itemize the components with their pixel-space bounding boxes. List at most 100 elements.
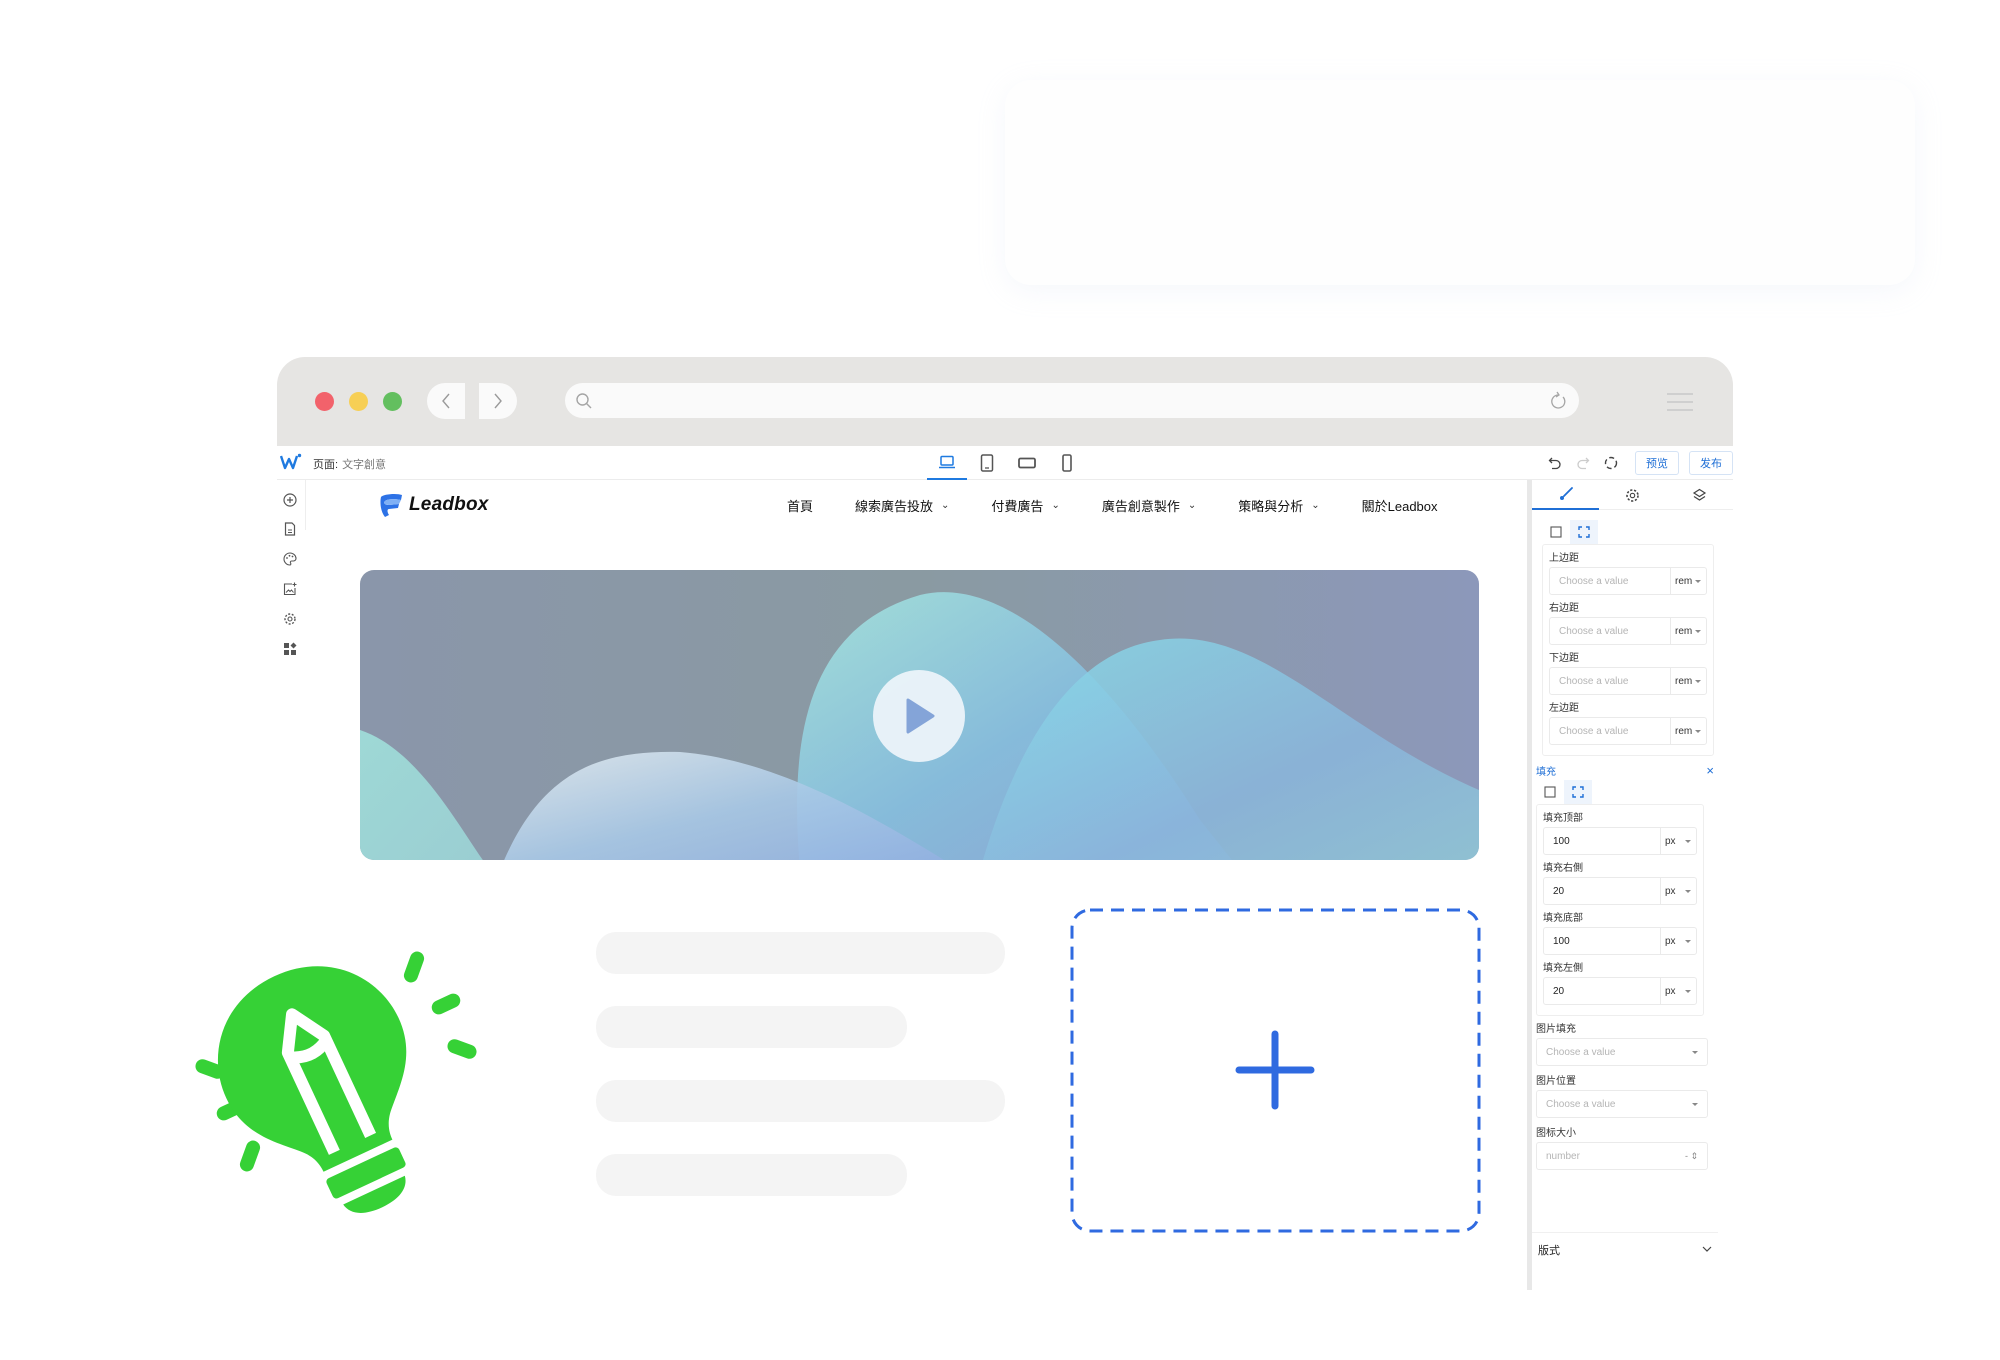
nav-item-ad-creative[interactable]: 廣告創意製作 ⌄	[1102, 496, 1196, 515]
device-switcher	[927, 446, 1087, 480]
padding-mode-toggle	[1536, 780, 1592, 804]
unit-value: px	[1665, 885, 1676, 897]
unit-select[interactable]: rem	[1670, 618, 1706, 644]
unit-value: rem	[1675, 675, 1693, 687]
site-logo[interactable]: Leadbox	[377, 490, 489, 520]
chevron-right-icon	[494, 393, 502, 409]
reload-icon[interactable]	[1549, 391, 1567, 411]
padding-top-field[interactable]: 100 px	[1543, 827, 1697, 855]
undo-icon	[1548, 457, 1561, 470]
padding-left-field[interactable]: 20 px	[1543, 977, 1697, 1005]
padding-bottom-field[interactable]: 100 px	[1543, 927, 1697, 955]
nav-item-strategy[interactable]: 策略與分析 ⌄	[1238, 496, 1319, 515]
device-tablet-landscape-button[interactable]	[1007, 446, 1047, 480]
close-icon[interactable]: ×	[1706, 763, 1714, 778]
redo-button[interactable]	[1569, 450, 1597, 476]
individual-margin-toggle[interactable]	[1570, 520, 1598, 544]
tab-style[interactable]	[1532, 480, 1599, 510]
widgets-button[interactable]	[279, 638, 301, 660]
layout-accordion-label: 版式	[1538, 1244, 1560, 1257]
caret-down-icon	[1692, 1102, 1698, 1106]
unit-select[interactable]: px	[1660, 978, 1696, 1004]
leadbox-logo-icon	[380, 493, 402, 517]
add-element-button[interactable]	[279, 489, 301, 511]
plus-icon	[1235, 1030, 1315, 1110]
margin-bottom-input[interactable]: Choose a value	[1550, 676, 1670, 687]
padding-bottom-input[interactable]: 100	[1544, 936, 1660, 947]
margin-left-input[interactable]: Choose a value	[1550, 726, 1670, 737]
device-tablet-button[interactable]	[967, 446, 1007, 480]
margin-left-label: 左边距	[1549, 703, 1579, 714]
address-bar[interactable]	[565, 383, 1579, 418]
fullscreen-button[interactable]	[1597, 450, 1625, 476]
settings-button[interactable]	[279, 608, 301, 630]
padding-top-input[interactable]: 100	[1544, 836, 1660, 847]
add-content-dropzone[interactable]	[1070, 908, 1481, 1233]
device-mobile-button[interactable]	[1047, 446, 1087, 480]
chevron-left-icon	[442, 393, 450, 409]
uniform-padding-toggle[interactable]	[1536, 780, 1564, 804]
close-window-button[interactable]	[315, 392, 334, 411]
image-fill-label: 图片填充	[1536, 1024, 1576, 1035]
padding-left-input[interactable]: 20	[1544, 986, 1660, 997]
unit-select[interactable]: rem	[1670, 568, 1706, 594]
pages-button[interactable]	[279, 518, 301, 540]
padding-right-input[interactable]: 20	[1544, 886, 1660, 897]
nav-item-about[interactable]: 關於Leadbox	[1362, 496, 1438, 515]
minimize-window-button[interactable]	[349, 392, 368, 411]
unit-select[interactable]: rem	[1670, 718, 1706, 744]
image-position-select[interactable]: Choose a value	[1536, 1090, 1708, 1118]
forward-button[interactable]	[479, 383, 517, 419]
layout-accordion[interactable]: 版式	[1532, 1232, 1718, 1266]
padding-top-label: 填充顶部	[1543, 813, 1583, 824]
tab-settings[interactable]	[1599, 480, 1666, 510]
undo-button[interactable]	[1541, 450, 1569, 476]
hero-video[interactable]	[360, 570, 1479, 860]
square-icon	[1550, 526, 1562, 538]
theme-button[interactable]	[279, 548, 301, 570]
icon-size-input[interactable]: number - ⇕	[1536, 1142, 1708, 1170]
menu-icon[interactable]	[1667, 393, 1693, 411]
uniform-margin-toggle[interactable]	[1542, 520, 1570, 544]
chevron-down-icon	[1702, 1246, 1712, 1252]
page-name[interactable]: 文字創意	[342, 459, 386, 471]
publish-button[interactable]: 发布	[1689, 451, 1733, 475]
unit-select[interactable]: rem	[1670, 668, 1706, 694]
unit-value: rem	[1675, 575, 1693, 587]
padding-right-field[interactable]: 20 px	[1543, 877, 1697, 905]
margin-top-field[interactable]: Choose a value rem	[1549, 567, 1707, 595]
individual-padding-toggle[interactable]	[1564, 780, 1592, 804]
image-fill-select[interactable]: Choose a value	[1536, 1038, 1708, 1066]
image-settings: 图片填充 Choose a value 图片位置 Choose a value …	[1536, 1020, 1708, 1170]
chevron-down-icon: ⌄	[1311, 500, 1320, 511]
margin-right-field[interactable]: Choose a value rem	[1549, 617, 1707, 645]
margin-bottom-field[interactable]: Choose a value rem	[1549, 667, 1707, 695]
margin-bottom-label: 下边距	[1549, 653, 1579, 664]
play-button[interactable]	[873, 670, 965, 762]
browser-window: 页面: 文字創意 预览 发布 Leadbox 首頁 線索廣告投放 ⌄ 付費廣告 …	[277, 357, 1733, 1290]
margin-left-field[interactable]: Choose a value rem	[1549, 717, 1707, 745]
laptop-icon	[939, 455, 955, 469]
unit-select[interactable]: px	[1660, 928, 1696, 954]
device-desktop-button[interactable]	[927, 446, 967, 480]
page-label: 页面:	[313, 459, 339, 471]
caret-down-icon	[1692, 1050, 1698, 1054]
maximize-window-button[interactable]	[383, 392, 402, 411]
unit-select[interactable]: px	[1660, 828, 1696, 854]
margin-top-input[interactable]: Choose a value	[1550, 576, 1670, 587]
padding-section-header: 填充 ×	[1536, 762, 1714, 778]
nav-item-lead-ads[interactable]: 線索廣告投放 ⌄	[855, 496, 949, 515]
add-media-button[interactable]	[279, 578, 301, 600]
number-stepper-icon[interactable]: - ⇕	[1685, 1151, 1698, 1162]
chevron-down-icon: ⌄	[941, 500, 950, 511]
tab-layers[interactable]	[1666, 480, 1733, 510]
unit-value: px	[1665, 985, 1676, 997]
nav-item-home[interactable]: 首頁	[787, 496, 813, 515]
margin-right-input[interactable]: Choose a value	[1550, 626, 1670, 637]
nav-item-paid-ads[interactable]: 付費廣告 ⌄	[991, 496, 1059, 515]
unit-select[interactable]: px	[1660, 878, 1696, 904]
preview-button[interactable]: 预览	[1635, 451, 1679, 475]
back-button[interactable]	[427, 383, 465, 419]
fullscreen-icon	[1604, 456, 1618, 470]
margin-group: 上边距 Choose a value rem 右边距 Choose a value…	[1542, 544, 1714, 756]
